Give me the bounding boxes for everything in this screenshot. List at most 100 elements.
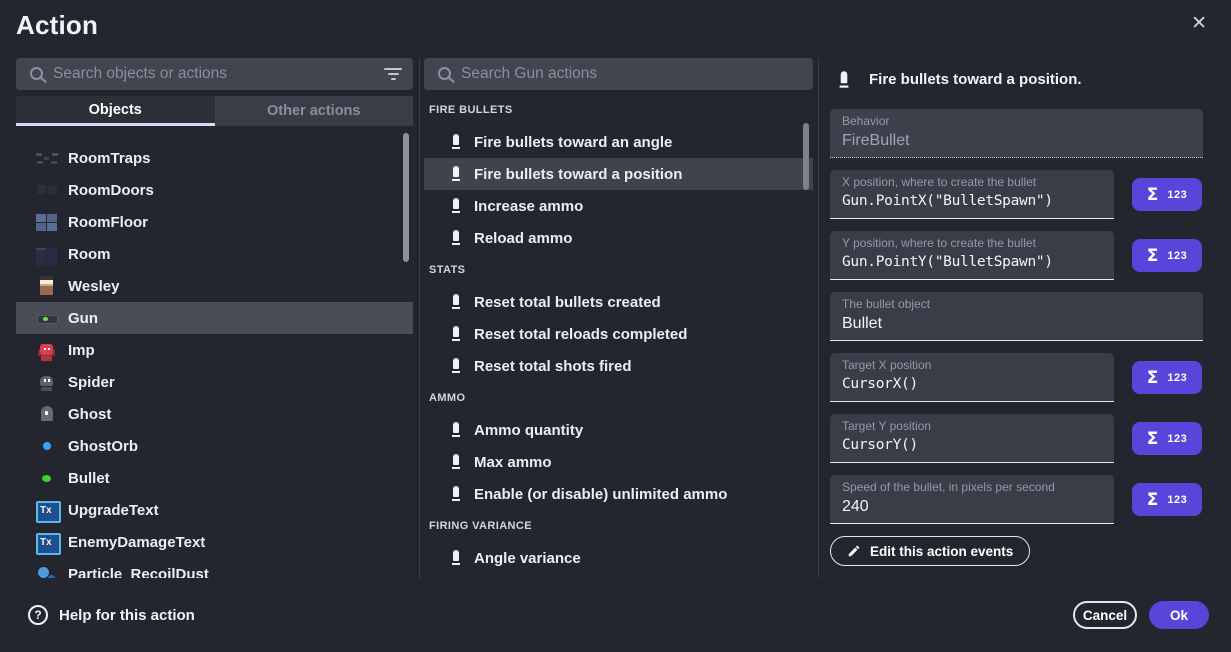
field-speed-of-the-bullet-in-pixels-per-second[interactable]: Speed of the bullet, in pixels per secon…: [830, 475, 1114, 524]
action-label: Reload ammo: [474, 230, 572, 247]
field-row-speed-of-the-bullet-in-pixels-per-second: Speed of the bullet, in pixels per secon…: [830, 475, 1215, 524]
expression-editor-button[interactable]: Σ123: [1132, 239, 1202, 272]
object-row-room[interactable]: Room: [16, 238, 413, 270]
action-row-ammo-quantity[interactable]: Ammo quantity: [424, 414, 813, 446]
section-header-ammo: AMMO: [424, 382, 813, 414]
tab-other-actions[interactable]: Other actions: [215, 96, 414, 126]
object-label: Imp: [68, 342, 95, 359]
object-label: UpgradeText: [68, 502, 159, 519]
action-row-enable-or-disable-unlimited-ammo[interactable]: Enable (or disable) unlimited ammo: [424, 478, 813, 510]
object-row-particle-recoildust[interactable]: Particle_RecoilDust: [16, 558, 413, 578]
actions-search-input[interactable]: [461, 65, 803, 83]
imp-icon: [35, 339, 59, 361]
edit-action-events-button[interactable]: Edit this action events: [830, 536, 1030, 566]
roomtraps-icon: [35, 147, 59, 169]
object-row-upgradetext[interactable]: UpgradeText: [16, 494, 413, 526]
sigma-icon: Σ: [1147, 368, 1159, 388]
close-icon[interactable]: ✕: [1191, 14, 1207, 33]
field-row-y-position-where-to-create-the-bullet: Y position, where to create the bullet Gu…: [830, 231, 1215, 280]
field-label: Behavior: [842, 115, 1191, 128]
wesley-icon: [35, 275, 59, 297]
object-row-enemydamagetext[interactable]: EnemyDamageText: [16, 526, 413, 558]
action-title: Fire bullets toward a position.: [869, 71, 1082, 88]
field-label: Target X position: [842, 359, 1102, 372]
object-row-ghost[interactable]: Ghost: [16, 398, 413, 430]
object-label: Room: [68, 246, 111, 263]
section-header-stats: STATS: [424, 254, 813, 286]
object-label: RoomFloor: [68, 214, 148, 231]
bullet-icon: [451, 326, 461, 342]
footer: ? Help for this action Cancel Ok: [0, 578, 1231, 652]
action-label: Angle variance: [474, 550, 581, 567]
actions-search[interactable]: [424, 58, 813, 90]
action-row-reload-ammo[interactable]: Reload ammo: [424, 222, 813, 254]
action-row-increase-ammo[interactable]: Increase ammo: [424, 190, 813, 222]
sigma-icon: Σ: [1147, 185, 1159, 205]
filter-icon[interactable]: [383, 68, 403, 80]
field-label: X position, where to create the bullet: [842, 176, 1102, 189]
object-row-roomtraps[interactable]: RoomTraps: [16, 142, 413, 174]
action-row-reset-total-shots-fired[interactable]: Reset total shots fired: [424, 350, 813, 382]
roomdoors-icon: [35, 179, 59, 201]
sigma-icon: Σ: [1147, 490, 1159, 510]
objects-search[interactable]: [16, 58, 413, 90]
action-row-fire-bullets-toward-a-position[interactable]: Fire bullets toward a position: [424, 158, 813, 190]
object-row-ghostorb[interactable]: GhostOrb: [16, 430, 413, 462]
cancel-button[interactable]: Cancel: [1073, 601, 1137, 629]
object-row-wesley[interactable]: Wesley: [16, 270, 413, 302]
objects-scrollbar[interactable]: [403, 133, 409, 262]
field-target-y-position[interactable]: Target Y position CursorY(): [830, 414, 1114, 463]
bullet-icon: [451, 230, 461, 246]
actions-scrollbar[interactable]: [803, 123, 809, 190]
object-row-spider[interactable]: Spider: [16, 366, 413, 398]
expression-editor-button[interactable]: Σ123: [1132, 483, 1202, 516]
help-link[interactable]: ? Help for this action: [28, 605, 195, 625]
action-label: Max ammo: [474, 454, 552, 471]
action-row-max-ammo[interactable]: Max ammo: [424, 446, 813, 478]
object-label: Spider: [68, 374, 115, 391]
section-header-fire-bullets: FIRE BULLETS: [424, 94, 813, 126]
field-the-bullet-object[interactable]: The bullet objectBullet: [830, 292, 1203, 341]
object-row-roomfloor[interactable]: RoomFloor: [16, 206, 413, 238]
expression-editor-button[interactable]: Σ123: [1132, 178, 1202, 211]
tab-objects[interactable]: Objects: [16, 96, 215, 126]
action-row-angle-variance[interactable]: Angle variance: [424, 542, 813, 574]
object-row-roomdoors[interactable]: RoomDoors: [16, 174, 413, 206]
field-x-position-where-to-create-the-bullet[interactable]: X position, where to create the bulletGu…: [830, 170, 1114, 219]
field-label: Target Y position: [842, 420, 1102, 433]
bullet-icon: [451, 294, 461, 310]
bullet-icon: [451, 358, 461, 374]
expression-editor-button[interactable]: Σ123: [1132, 422, 1202, 455]
panel-divider: [419, 58, 420, 578]
object-row-gun[interactable]: Gun: [16, 302, 413, 334]
bullet-icon: [451, 166, 461, 182]
search-icon: [30, 67, 43, 80]
field-row-target-y-position: Target Y position CursorY() Σ123: [830, 414, 1215, 463]
field-value: CursorY(): [842, 436, 1102, 455]
field-label: Y position, where to create the bullet: [842, 237, 1102, 250]
bullet-icon: [451, 486, 461, 502]
action-row-reset-total-reloads-completed[interactable]: Reset total reloads completed: [424, 318, 813, 350]
numeric-123-icon: 123: [1167, 372, 1187, 384]
roomfloor-icon: [35, 211, 59, 233]
object-row-imp[interactable]: Imp: [16, 334, 413, 366]
sigma-icon: Σ: [1147, 429, 1159, 449]
field-value: Gun.PointY("BulletSpawn"): [842, 253, 1102, 272]
action-row-fire-bullets-toward-an-angle[interactable]: Fire bullets toward an angle: [424, 126, 813, 158]
action-list: FIRE BULLETSFire bullets toward an angle…: [424, 94, 813, 578]
field-target-x-position[interactable]: Target X positionCursorX(): [830, 353, 1114, 402]
object-row-bullet[interactable]: Bullet: [16, 462, 413, 494]
bullet-icon: [451, 198, 461, 214]
objects-search-input[interactable]: [53, 65, 375, 83]
pencil-icon: [847, 544, 861, 558]
bullet-icon: [839, 71, 850, 89]
ok-button[interactable]: Ok: [1149, 601, 1209, 629]
expression-editor-button[interactable]: Σ 123: [1132, 361, 1202, 394]
spider-icon: [35, 371, 59, 393]
field-y-position-where-to-create-the-bullet[interactable]: Y position, where to create the bullet Gu…: [830, 231, 1114, 280]
help-icon: ?: [28, 605, 48, 625]
action-row-reset-total-bullets-created[interactable]: Reset total bullets created: [424, 286, 813, 318]
particle-icon: [35, 563, 59, 578]
object-label: Ghost: [68, 406, 111, 423]
text-icon: [35, 499, 59, 521]
